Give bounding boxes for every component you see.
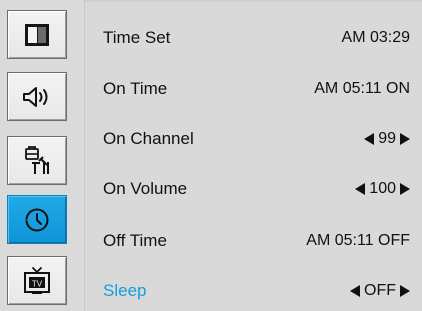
menu-row-time-set[interactable]: Time Set AM 03:29 (103, 26, 410, 50)
tv-icon: TV (24, 266, 50, 294)
menu-value-control: 99 (364, 130, 410, 148)
picture-icon (25, 23, 49, 46)
menu-value: AM 05:11 OFF (306, 232, 410, 249)
menu-row-sleep[interactable]: Sleep OFF (103, 279, 410, 303)
right-arrow-icon[interactable] (400, 133, 410, 145)
sidebar-item-time[interactable] (7, 195, 67, 244)
menu-row-off-time[interactable]: Off Time AM 05:11 OFF (103, 229, 410, 253)
menu-value-control: OFF (350, 282, 410, 300)
menu-label: Time Set (103, 28, 171, 47)
menu-row-on-channel[interactable]: On Channel 99 (103, 127, 410, 151)
menu-label: On Time (103, 79, 168, 98)
sidebar-item-tv[interactable]: TV (7, 256, 67, 305)
right-arrow-icon[interactable] (400, 183, 410, 195)
timer-menu: Time Set AM 03:29 On Time AM 05:11 ON On… (103, 0, 410, 311)
menu-value: 99 (378, 130, 396, 147)
sound-icon (23, 86, 48, 107)
tv-osd-menu: TV Time Set AM 03:29 On Time AM 05:11 ON… (0, 0, 422, 311)
menu-value: OFF (364, 282, 396, 299)
menu-value: 100 (369, 180, 396, 197)
right-arrow-icon[interactable] (400, 285, 410, 297)
sidebar-item-setup[interactable] (7, 136, 67, 185)
sidebar-item-picture[interactable] (7, 10, 67, 59)
menu-row-on-volume[interactable]: On Volume 100 (103, 177, 410, 201)
menu-value-control: 100 (355, 180, 410, 198)
left-arrow-icon[interactable] (364, 133, 375, 145)
setup-tools-icon (25, 145, 49, 174)
left-arrow-icon[interactable] (355, 183, 366, 195)
menu-value: AM 05:11 ON (314, 80, 410, 97)
svg-text:TV: TV (32, 279, 43, 288)
menu-row-on-time[interactable]: On Time AM 05:11 ON (103, 77, 410, 101)
menu-label: Off Time (103, 231, 167, 250)
menu-label: On Volume (103, 179, 188, 198)
left-arrow-icon[interactable] (350, 285, 360, 297)
menu-label: On Channel (103, 129, 194, 148)
sidebar-item-sound[interactable] (7, 72, 67, 121)
menu-label: Sleep (103, 281, 147, 300)
sidebar: TV (0, 0, 85, 311)
clock-icon (25, 208, 49, 231)
menu-value: AM 03:29 (341, 29, 410, 46)
